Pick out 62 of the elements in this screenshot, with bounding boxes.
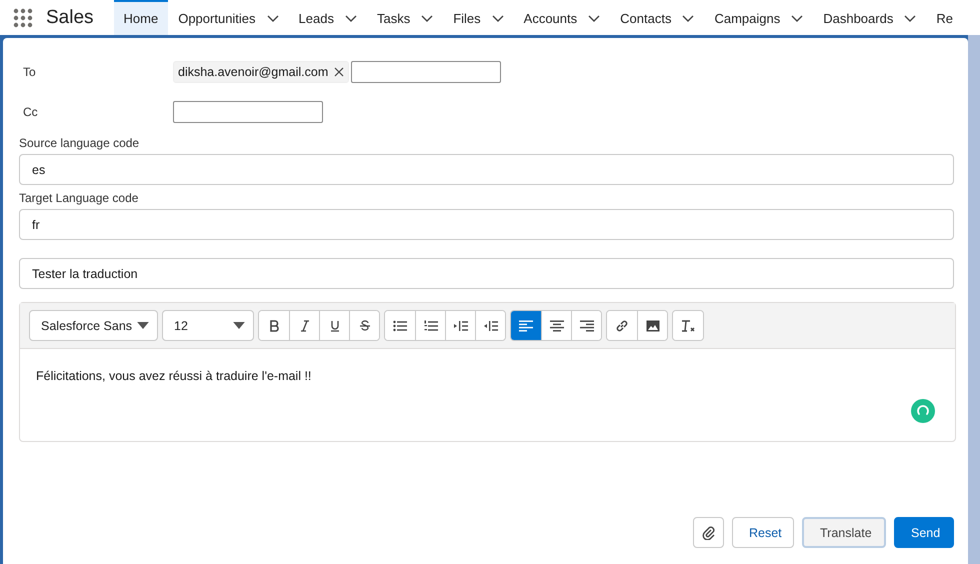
field-label: Target Language code xyxy=(19,191,140,205)
chevron-down-icon[interactable] xyxy=(682,14,694,22)
align-right-icon xyxy=(580,320,594,332)
image-icon xyxy=(646,320,660,332)
nav-tab[interactable]: Campaigns xyxy=(704,0,814,35)
nav-tab[interactable]: Accounts xyxy=(514,0,610,35)
bullet-list-icon xyxy=(393,320,407,332)
italic-icon xyxy=(298,320,310,332)
strikethrough-button[interactable] xyxy=(349,311,379,340)
align-center-icon xyxy=(550,320,564,332)
numbered-list-icon xyxy=(424,320,438,332)
nav-tab[interactable]: Dashboards xyxy=(813,0,926,35)
action-button[interactable]: Reset xyxy=(732,517,794,548)
field-label: To xyxy=(22,65,37,79)
align-right-button[interactable] xyxy=(571,311,601,340)
action-button[interactable]: Send xyxy=(894,517,954,548)
nav-tab[interactable]: Tasks xyxy=(366,0,444,35)
caret-down-icon xyxy=(233,322,245,329)
strikethrough-icon xyxy=(358,320,370,332)
outdent-icon xyxy=(484,320,498,332)
chevron-down-icon[interactable] xyxy=(266,14,279,22)
nav-tab[interactable]: Re xyxy=(926,0,963,35)
insert-image-button[interactable] xyxy=(637,311,667,340)
close-icon[interactable] xyxy=(334,67,344,77)
nav-tab[interactable]: Files xyxy=(443,0,514,35)
clear-formatting-icon xyxy=(681,318,695,332)
to-input-field[interactable] xyxy=(351,61,502,83)
attach-button[interactable] xyxy=(693,517,724,548)
chevron-down-icon[interactable] xyxy=(344,14,357,22)
action-button[interactable]: Translate xyxy=(802,517,886,548)
nav-tab[interactable]: Opportunities xyxy=(168,0,289,35)
recipient-pill[interactable]: diksha.avenoir@gmail.com xyxy=(173,61,350,83)
paperclip-icon xyxy=(702,526,716,540)
bold-icon xyxy=(268,320,280,332)
chevron-down-icon[interactable] xyxy=(791,14,804,22)
indent-icon xyxy=(454,320,468,332)
target-language-field[interactable]: fr xyxy=(19,209,954,240)
cc-input-field[interactable] xyxy=(173,101,323,123)
caret-down-icon xyxy=(137,322,149,329)
chevron-down-icon[interactable] xyxy=(492,14,504,22)
align-left-button[interactable] xyxy=(511,311,541,340)
chevron-down-icon[interactable] xyxy=(588,14,600,22)
nav-tab[interactable]: Contacts xyxy=(610,0,704,35)
field-label: Cc xyxy=(22,105,39,119)
email-body-text: Félicitations, vous avez réussi à traduire l'e-mail !! xyxy=(36,369,312,383)
chevron-down-icon[interactable] xyxy=(421,14,434,22)
nav-tab[interactable]: Leads xyxy=(288,0,367,35)
align-left-icon xyxy=(519,320,533,332)
link-icon xyxy=(615,318,629,332)
spinner-icon xyxy=(911,399,935,423)
outdent-button[interactable] xyxy=(475,311,505,340)
font-dropdown[interactable]: Salesforce Sans xyxy=(29,310,158,341)
app-name: Sales xyxy=(46,6,94,28)
font-size-dropdown[interactable]: 12 xyxy=(162,310,254,341)
email-body-editor[interactable]: Félicitations, vous avez réussi à traduire l'e-mail !! xyxy=(20,349,955,441)
subject-field[interactable]: Tester la traduction xyxy=(19,258,954,289)
source-language-field[interactable]: es xyxy=(19,154,954,185)
field-label: Source language code xyxy=(19,136,140,150)
nav-tab[interactable]: Home xyxy=(114,0,168,35)
chevron-down-icon[interactable] xyxy=(904,14,916,22)
app-launcher-icon[interactable] xyxy=(13,8,33,28)
underline-icon xyxy=(328,320,340,332)
